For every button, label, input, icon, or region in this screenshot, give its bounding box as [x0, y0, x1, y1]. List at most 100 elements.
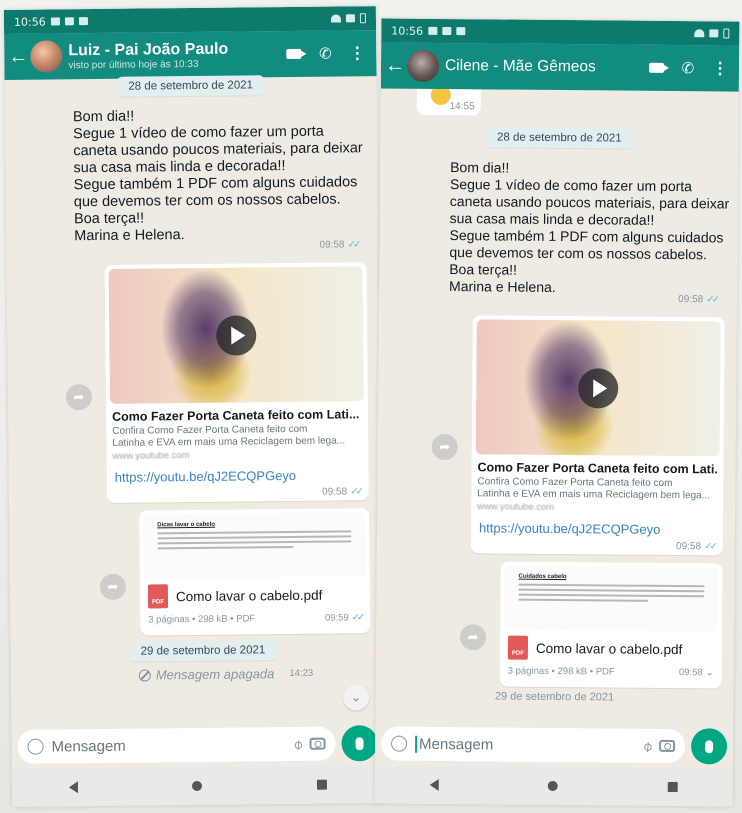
nav-home-icon[interactable] [548, 780, 559, 792]
composer: Mensagem ⌀ [17, 725, 378, 765]
chat-area[interactable]: 14:55 28 de setembro de 2021 Bom dia!! S… [375, 88, 739, 730]
read-ticks-icon: ✓✓ [351, 612, 363, 624]
nav-recents-icon[interactable] [667, 781, 678, 793]
document-preview-line [157, 540, 352, 545]
video-call-icon [648, 62, 664, 73]
android-nav-bar [11, 765, 385, 807]
document-row[interactable]: PDF Como lavar o cabelo.pdf [504, 630, 718, 668]
chevron-down-icon[interactable]: ⌄ [342, 684, 370, 711]
avatar[interactable] [30, 40, 63, 73]
link-title: Como Fazer Porta Caneta feito com Lati..… [477, 460, 718, 477]
chevron-down-icon[interactable]: ⌄ [705, 667, 713, 678]
document-name: Como lavar o cabelo.pdf [535, 640, 683, 657]
play-icon[interactable] [216, 314, 257, 356]
message-bubble[interactable]: Bom dia!! Segue 1 vídeo de como fazer um… [439, 153, 729, 311]
message-input-placeholder[interactable]: Mensagem [415, 735, 635, 755]
mic-button[interactable] [341, 725, 378, 762]
emoji-sticker-icon [430, 88, 451, 106]
document-preview-line [518, 588, 705, 593]
link-domain: www.youtube.com [112, 450, 190, 462]
message-time: 09:58 [322, 486, 348, 498]
wifi-icon [694, 29, 705, 38]
notification-icon [50, 17, 60, 26]
contact-info[interactable]: Luiz - Pai João Paulo visto por último h… [68, 40, 274, 71]
read-ticks-icon: ✓✓ [350, 486, 361, 498]
forward-icon[interactable]: ➦ [459, 623, 487, 650]
message-line: Marina e Helena. [449, 278, 556, 295]
date-divider: 28 de setembro de 2021 [116, 75, 266, 97]
video-thumbnail[interactable] [475, 319, 721, 457]
document-message[interactable]: ➦ Dicas lavar o cabelo PDF Como lavar o … [99, 508, 371, 636]
forward-icon[interactable]: ➦ [431, 433, 458, 461]
message-input-placeholder[interactable]: Mensagem [51, 736, 285, 755]
document-row[interactable]: PDF Como lavar o cabelo.pdf [144, 576, 366, 614]
video-call-button[interactable] [280, 45, 306, 62]
status-time: 10:56 [391, 24, 424, 38]
phone-icon[interactable]: ✆ [675, 59, 701, 77]
video-call-button[interactable] [643, 59, 669, 76]
video-thumbnail[interactable] [108, 266, 364, 404]
emoji-icon[interactable] [391, 735, 408, 752]
message-input[interactable]: Mensagem ⌀ [380, 726, 686, 764]
notification-icon [78, 17, 88, 26]
back-arrow-icon[interactable]: ← [385, 54, 405, 77]
message-meta: 09:58 ⌄ [679, 667, 714, 678]
message-meta: 09:58 ✓✓ [676, 541, 715, 552]
previous-message[interactable]: 14:55 [416, 88, 481, 116]
document-name: Como lavar o cabelo.pdf [175, 587, 323, 604]
video-link-message[interactable]: ➦ Como Fazer Porta Caneta feito com Lati… [431, 315, 725, 556]
message-meta: 14:55 [450, 101, 475, 112]
date-divider-partial: 29 de setembro de 2021 [494, 690, 615, 704]
link-description: Latinha e EVA em mais uma Reciclagem bem… [477, 488, 711, 502]
emoji-icon[interactable] [27, 738, 44, 755]
phone-screen-left: 10:56 ← Luiz - Pai João Paulo visto por … [3, 6, 385, 807]
document-preview-heading: Cuidados cabelo [518, 573, 567, 581]
message-line: que devemos ter com os nossos cabelos. [73, 191, 341, 211]
message-bubble[interactable]: Bom dia!! Segue 1 vídeo de como fazer um… [63, 100, 367, 259]
avatar[interactable] [406, 49, 440, 82]
document-preview-line [157, 545, 294, 550]
phone-icon[interactable]: ✆ [312, 44, 338, 63]
date-divider: 29 de setembro de 2021 [128, 640, 278, 662]
attach-icon[interactable]: ⌀ [289, 735, 306, 753]
document-message[interactable]: ➦ Cuidados cabelo PDF Como lavar o cabel… [459, 561, 723, 689]
menu-icon[interactable]: ⋮ [707, 58, 733, 78]
attach-icon[interactable]: ⌀ [638, 737, 655, 755]
forward-icon[interactable]: ➦ [99, 573, 127, 600]
status-bar: 10:56 [381, 18, 740, 46]
message-line: Marina e Helena. [74, 227, 185, 245]
battery-icon [359, 13, 366, 24]
link-url[interactable]: https://youtu.be/qJ2ECQPGeyo [479, 520, 715, 537]
camera-icon[interactable] [659, 739, 676, 753]
deleted-message-text: Mensagem apagada [155, 666, 275, 683]
document-preview[interactable]: Cuidados cabelo [504, 565, 719, 632]
nav-back-icon[interactable] [429, 778, 439, 791]
pdf-icon: PDF [507, 635, 529, 660]
menu-icon[interactable]: ⋮ [344, 43, 370, 63]
android-nav-bar [374, 765, 733, 807]
forward-icon[interactable]: ➦ [65, 384, 93, 411]
document-preview-line [518, 583, 705, 588]
nav-recents-icon[interactable] [316, 779, 327, 790]
video-call-icon [285, 48, 301, 59]
document-details: 3 páginas • 298 kB • PDF [148, 613, 256, 626]
mic-button[interactable] [690, 728, 728, 765]
signal-icon [345, 14, 355, 23]
link-url[interactable]: https://youtu.be/qJ2ECQPGeyo [115, 467, 361, 485]
back-arrow-icon[interactable]: ← [8, 45, 28, 68]
camera-icon[interactable] [309, 737, 326, 750]
message-meta: 09:58 ✓✓ [678, 291, 717, 308]
nav-home-icon[interactable] [192, 780, 203, 792]
contact-name: Cilene - Mãe Gêmeos [444, 57, 596, 76]
play-icon[interactable] [578, 367, 619, 409]
chat-area[interactable]: 28 de setembro de 2021 Bom dia!! Segue 1… [5, 72, 384, 731]
read-ticks-icon: ✓✓ [347, 239, 359, 251]
mic-icon [705, 739, 714, 753]
contact-info[interactable]: Cilene - Mãe Gêmeos [445, 57, 637, 77]
document-meta: 3 páginas • 298 kB • PDF 09:58 ⌄ [504, 666, 718, 685]
nav-back-icon[interactable] [69, 781, 79, 794]
video-link-message[interactable]: ➦ Como Fazer Porta Caneta feito com Lati… [65, 262, 369, 503]
document-preview[interactable]: Dicas lavar o cabelo [143, 512, 366, 579]
message-input[interactable]: Mensagem ⌀ [17, 726, 336, 764]
ban-icon [138, 668, 151, 682]
